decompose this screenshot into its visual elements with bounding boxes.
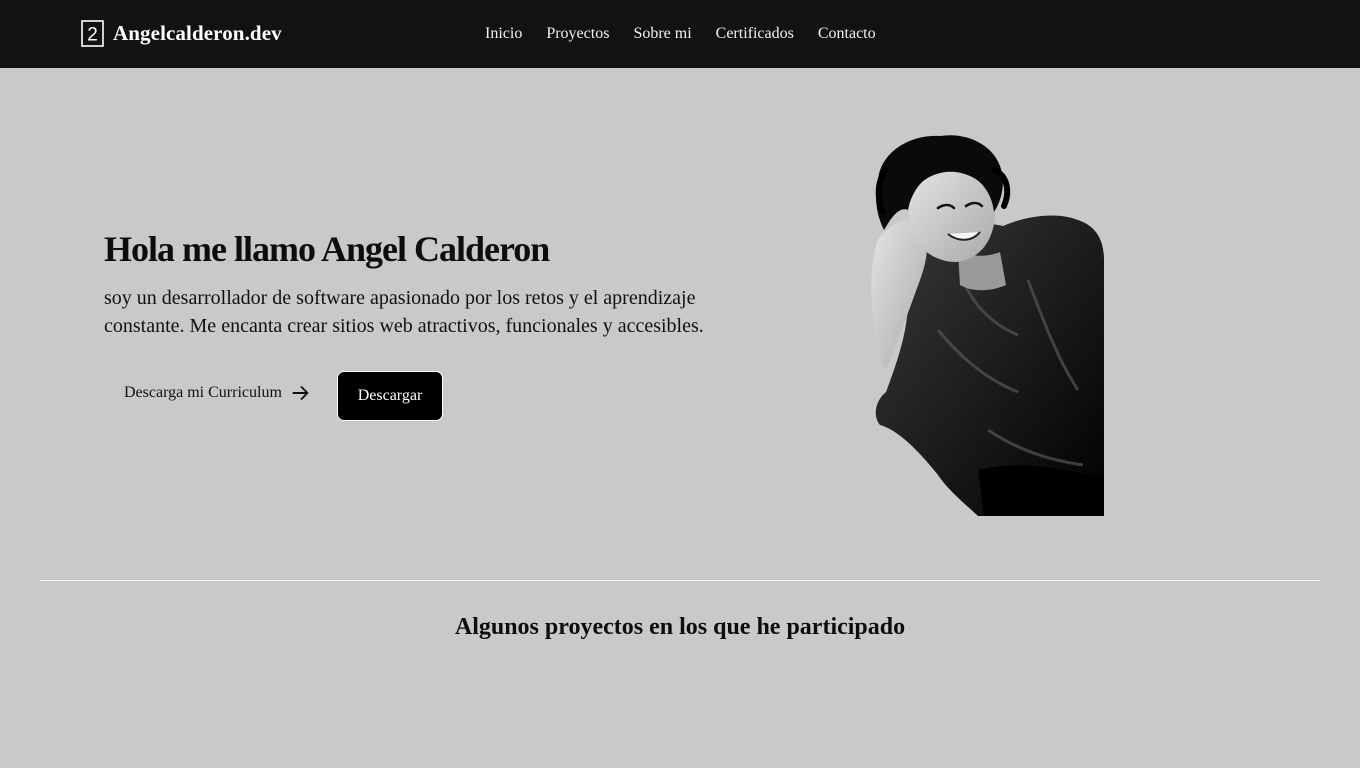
profile-photo [871,135,1104,516]
main-nav: Inicio Proyectos Sobre mi Certificados C… [485,23,900,44]
logo-icon: 2 [81,20,104,47]
hero-title: Hola me llamo Angel Calderon [104,229,550,269]
nav-link-contacto[interactable]: Contacto [818,23,876,44]
site-header: 2 Angelcalderon.dev Inicio Proyectos Sob… [0,0,1360,68]
hero-description: soy un desarrollador de software apasion… [104,287,704,337]
download-cv-link[interactable]: Descarga mi Curriculum [124,384,310,402]
download-cv-label: Descarga mi Curriculum [124,384,282,401]
logo-glyph: 2 [87,25,98,46]
download-button[interactable]: Descargar [337,371,443,421]
brand-name: Angelcalderon.dev [113,21,282,45]
projects-heading: Algunos proyectos en los que he particip… [454,614,906,640]
section-divider [40,580,1320,581]
nav-link-proyectos[interactable]: Proyectos [546,23,609,44]
brand-link[interactable]: 2 Angelcalderon.dev [81,20,282,47]
arrow-right-icon [292,386,309,400]
nav-link-inicio[interactable]: Inicio [485,23,522,44]
nav-link-certificados[interactable]: Certificados [716,23,794,44]
nav-link-sobre-mi[interactable]: Sobre mi [633,23,691,44]
